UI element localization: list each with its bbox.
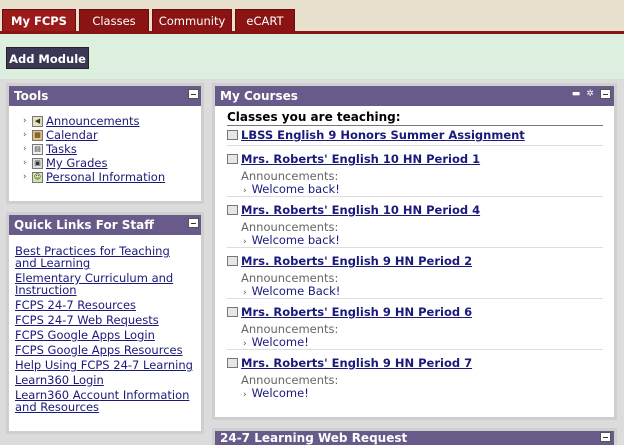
announcement-item[interactable]: › Welcome back! (227, 182, 603, 197)
announcement-text: Welcome back! (251, 182, 340, 196)
quick-link[interactable]: Elementary Curriculum and Instruction (15, 271, 173, 297)
course-link[interactable]: Mrs. Roberts' English 9 HN Period 2 (241, 254, 472, 268)
chevron-right-icon: › (23, 144, 27, 154)
quick-link[interactable]: FCPS 24-7 Resources (15, 298, 136, 312)
tools-list: › ◀ Announcements › ▦ Calendar › ▤ Tasks… (23, 114, 165, 184)
tools-module: Tools › ◀ Announcements › ▦ Calendar › ▤… (6, 83, 204, 204)
book-icon (227, 307, 238, 317)
teaching-heading: Classes you are teaching: (227, 110, 603, 126)
quick-link[interactable]: Learn360 Login (15, 373, 104, 387)
chevron-right-icon: › (23, 116, 27, 126)
announcement-item[interactable]: › Welcome! (227, 335, 603, 350)
tool-item-my-grades[interactable]: › ▣ My Grades (23, 156, 165, 170)
book-icon (227, 205, 238, 215)
tab-ecart[interactable]: eCART (235, 9, 295, 31)
course-link[interactable]: Mrs. Roberts' English 9 HN Period 6 (241, 305, 472, 319)
announcement-text: Welcome Back! (251, 284, 341, 298)
book-icon (227, 358, 238, 368)
my-courses-header: My Courses ▬ ✲ (215, 86, 614, 106)
chevron-right-icon: › (243, 186, 247, 196)
course-link[interactable]: LBSS English 9 Honors Summer Assignment (241, 128, 525, 142)
chevron-right-icon: › (23, 158, 27, 168)
course-item: Mrs. Roberts' English 9 HN Period 2 Anno… (227, 248, 603, 299)
quick-links-module: Quick Links For Staff Best Practices for… (6, 212, 204, 434)
grades-icon: ▣ (32, 157, 43, 169)
chevron-right-icon: › (243, 237, 247, 247)
tools-module-header: Tools (9, 86, 201, 106)
tool-link-my-grades[interactable]: My Grades (46, 156, 107, 170)
course-item: Mrs. Roberts' English 9 HN Period 7 Anno… (227, 350, 603, 400)
tool-link-announcements[interactable]: Announcements (46, 114, 140, 128)
announcement-item[interactable]: › Welcome! (227, 386, 603, 401)
minimize-icon[interactable] (188, 218, 199, 228)
web-request-header: 24-7 Learning Web Request (215, 431, 614, 445)
quick-link[interactable]: Learn360 Account Information and Resourc… (15, 388, 189, 414)
announcement-item[interactable]: › Welcome Back! (227, 284, 603, 299)
tab-strip: My FCPS Classes Community eCART (2, 9, 295, 31)
megaphone-icon: ◀ (32, 115, 43, 127)
quick-links-title: Quick Links For Staff (14, 218, 154, 232)
tool-item-calendar[interactable]: › ▦ Calendar (23, 128, 165, 142)
announcement-text: Welcome! (251, 335, 309, 349)
tab-my-fcps[interactable]: My FCPS (2, 9, 76, 31)
chevron-right-icon: › (243, 390, 247, 400)
add-module-button[interactable]: Add Module (6, 47, 89, 69)
person-icon: ☺ (32, 171, 43, 183)
tool-link-personal-info[interactable]: Personal Information (46, 170, 165, 184)
web-request-title: 24-7 Learning Web Request (220, 431, 408, 445)
chevron-right-icon: › (243, 288, 247, 298)
quick-links-header: Quick Links For Staff (9, 215, 201, 235)
top-nav-bar: My FCPS Classes Community eCART (0, 0, 624, 34)
courses-list: Classes you are teaching: LBSS English 9… (227, 110, 603, 400)
tool-item-announcements[interactable]: › ◀ Announcements (23, 114, 165, 128)
minimize-icon[interactable] (600, 89, 611, 99)
book-icon (227, 130, 238, 140)
quick-link[interactable]: Best Practices for Teaching and Learning (15, 244, 170, 270)
quick-link[interactable]: FCPS Google Apps Login (15, 328, 155, 342)
web-request-module: 24-7 Learning Web Request (212, 428, 617, 445)
chevron-right-icon: › (23, 172, 27, 182)
course-item: Mrs. Roberts' English 10 HN Period 4 Ann… (227, 197, 603, 248)
tool-item-personal-info[interactable]: › ☺ Personal Information (23, 170, 165, 184)
my-courses-title: My Courses (220, 89, 298, 103)
course-item: Mrs. Roberts' English 10 HN Period 1 Ann… (227, 146, 603, 197)
quick-link[interactable]: FCPS Google Apps Resources (15, 343, 183, 357)
tab-community[interactable]: Community (152, 9, 232, 31)
tab-classes[interactable]: Classes (79, 9, 149, 31)
quick-link[interactable]: Help Using FCPS 24-7 Learning (15, 358, 193, 372)
window-icon[interactable]: ▬ (571, 89, 581, 99)
course-link[interactable]: Mrs. Roberts' English 10 HN Period 1 (241, 152, 480, 166)
course-item: LBSS English 9 Honors Summer Assignment (227, 126, 603, 146)
minimize-icon[interactable] (600, 432, 611, 442)
tool-item-tasks[interactable]: › ▤ Tasks (23, 142, 165, 156)
announcement-item[interactable]: › Welcome back! (227, 233, 603, 248)
gear-icon[interactable]: ✲ (585, 89, 595, 99)
course-link[interactable]: Mrs. Roberts' English 10 HN Period 4 (241, 203, 480, 217)
quick-links-list: Best Practices for Teaching and Learning… (15, 245, 195, 416)
tool-link-calendar[interactable]: Calendar (46, 128, 98, 142)
chevron-right-icon: › (243, 339, 247, 349)
announcement-text: Welcome back! (251, 233, 340, 247)
course-link[interactable]: Mrs. Roberts' English 9 HN Period 7 (241, 356, 472, 370)
tasks-icon: ▤ (32, 143, 43, 155)
announcement-text: Welcome! (251, 386, 309, 400)
tool-link-tasks[interactable]: Tasks (46, 142, 77, 156)
tools-module-title: Tools (14, 89, 49, 103)
minimize-icon[interactable] (188, 89, 199, 99)
calendar-icon: ▦ (32, 129, 43, 141)
course-item: Mrs. Roberts' English 9 HN Period 6 Anno… (227, 299, 603, 350)
quick-link[interactable]: FCPS 24-7 Web Requests (15, 313, 159, 327)
module-toolbar: Add Module (0, 34, 624, 79)
book-icon (227, 256, 238, 266)
chevron-right-icon: › (23, 130, 27, 140)
my-courses-module: My Courses ▬ ✲ Classes you are teaching:… (212, 83, 617, 420)
book-icon (227, 154, 238, 164)
